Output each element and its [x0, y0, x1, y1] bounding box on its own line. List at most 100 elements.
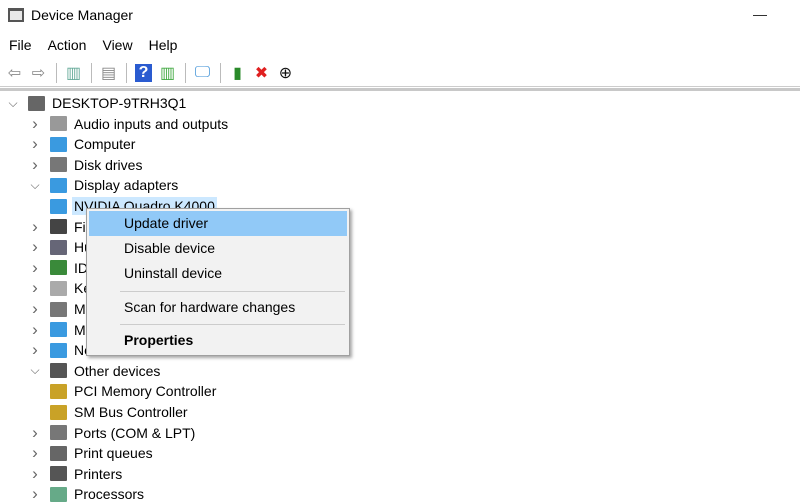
device-category-icon: [50, 280, 67, 296]
device-category-icon: [50, 239, 67, 255]
chevron-right-icon[interactable]: ›: [28, 114, 42, 134]
tree-item[interactable]: SM Bus Controller: [50, 402, 190, 422]
menu-file[interactable]: File: [0, 34, 39, 56]
tree-item[interactable]: › Fi: [28, 217, 88, 237]
device-manager-icon: [8, 8, 24, 22]
tree-item[interactable]: › Printers: [28, 464, 124, 484]
chevron-right-icon[interactable]: ›: [28, 340, 42, 360]
chevron-right-icon[interactable]: ›: [28, 464, 42, 484]
tree-item[interactable]: › Ke: [28, 278, 93, 298]
device-category-icon: [50, 260, 67, 276]
device-category-icon: [50, 383, 67, 399]
tree-item[interactable]: ⌵ Display adapters: [28, 175, 180, 195]
device-category-icon: [50, 157, 67, 173]
menu-action[interactable]: Action: [39, 34, 94, 56]
divider: [0, 88, 800, 91]
device-category-icon: [50, 116, 67, 132]
menu-item-uninstall-device[interactable]: Uninstall device: [89, 261, 347, 286]
device-category-icon: [50, 177, 67, 193]
tree-item-label: Audio inputs and outputs: [74, 115, 229, 132]
tree-item[interactable]: › M: [28, 299, 88, 319]
disable-device-icon[interactable]: ⊕: [274, 62, 297, 84]
chevron-right-icon[interactable]: ›: [28, 155, 42, 175]
toolbar-separator: [91, 62, 92, 83]
tree-item-label: Printers: [74, 465, 123, 482]
device-category-icon: [50, 301, 67, 317]
device-category-icon: [50, 322, 67, 338]
update-driver-icon[interactable]: ▮: [226, 62, 249, 84]
show-hide-console-tree-icon[interactable]: ▥: [62, 62, 85, 84]
forward-icon[interactable]: ⇨: [27, 62, 50, 84]
window-title: Device Manager: [31, 7, 133, 23]
toolbar: ⇦ ⇨ ▥ ▤? ▥ 🖵 ▮ ✖ ⊕: [0, 59, 800, 87]
action-pane-icon[interactable]: ▥: [156, 62, 179, 84]
menu-item-properties[interactable]: Properties: [89, 328, 347, 353]
title-bar: Device Manager —: [0, 0, 800, 30]
tree-item-label: Ports (COM & LPT): [74, 424, 196, 441]
device-category-icon: [50, 342, 67, 358]
tree-item[interactable]: › Audio inputs and outputs: [28, 114, 230, 134]
chevron-down-icon[interactable]: ⌵: [28, 178, 42, 193]
menu-item-update-driver[interactable]: Update driver: [89, 211, 347, 236]
menu-separator: [120, 324, 345, 325]
chevron-right-icon[interactable]: ›: [28, 258, 42, 278]
tree-item[interactable]: › Computer: [28, 134, 137, 154]
chevron-right-icon[interactable]: ›: [28, 217, 42, 237]
chevron-right-icon[interactable]: ›: [28, 237, 42, 257]
device-category-icon: [50, 445, 67, 461]
device-category-icon: [50, 219, 67, 235]
chevron-down-icon[interactable]: ⌵: [6, 96, 20, 111]
tree-item-label: Print queues: [74, 445, 153, 462]
toolbar-separator: [56, 62, 57, 83]
chevron-right-icon[interactable]: ›: [28, 484, 42, 504]
properties-icon[interactable]: ▤: [97, 62, 120, 84]
tree-item[interactable]: › Disk drives: [28, 155, 144, 175]
device-category-icon: [50, 136, 67, 152]
menu-bar: File Action View Help: [0, 34, 184, 56]
tree-item-label: Disk drives: [74, 156, 143, 173]
chevron-down-icon[interactable]: ⌵: [28, 363, 42, 378]
chevron-right-icon[interactable]: ›: [28, 278, 42, 298]
toolbar-separator: [126, 62, 127, 83]
tree-item[interactable]: ⌵ Other devices: [28, 361, 162, 381]
help-icon[interactable]: ?: [132, 62, 155, 84]
scan-hardware-icon[interactable]: 🖵: [191, 62, 214, 84]
chevron-right-icon[interactable]: ›: [28, 299, 42, 319]
menu-item-scan-hardware[interactable]: Scan for hardware changes: [89, 295, 347, 320]
tree-item-label: SM Bus Controller: [74, 404, 188, 420]
menu-view[interactable]: View: [93, 34, 139, 56]
device-category-icon: [50, 363, 67, 379]
chevron-right-icon[interactable]: ›: [28, 320, 42, 340]
context-menu: Update driver Disable device Uninstall d…: [86, 208, 350, 356]
tree-item-label: Display adapters: [74, 177, 179, 194]
menu-help[interactable]: Help: [140, 34, 185, 56]
tree-item-label: DESKTOP-9TRH3Q1: [52, 95, 187, 111]
tree-item[interactable]: › M: [28, 320, 88, 340]
tree-item-label: Computer: [74, 136, 136, 153]
chevron-right-icon[interactable]: ›: [28, 134, 42, 154]
toolbar-separator: [185, 62, 186, 83]
device-category-icon: [50, 425, 67, 441]
chevron-right-icon[interactable]: ›: [28, 423, 42, 443]
tree-item[interactable]: › Hu: [28, 237, 94, 257]
device-category-icon: [50, 466, 67, 482]
device-category-icon: [28, 95, 45, 111]
tree-item[interactable]: › Processors: [28, 484, 146, 504]
tree-item-label: Processors: [74, 486, 145, 503]
tree-item[interactable]: › ID: [28, 258, 90, 278]
tree-item[interactable]: › Print queues: [28, 443, 155, 463]
uninstall-icon[interactable]: ✖: [250, 62, 273, 84]
back-icon[interactable]: ⇦: [3, 62, 26, 84]
minimize-button[interactable]: —: [740, 0, 780, 30]
device-category-icon: [50, 198, 67, 214]
device-category-icon: [50, 404, 67, 420]
tree-item[interactable]: ⌵ DESKTOP-9TRH3Q1: [6, 93, 188, 113]
tree-item[interactable]: › Ports (COM & LPT): [28, 423, 197, 443]
chevron-right-icon[interactable]: ›: [28, 443, 42, 463]
menu-item-disable-device[interactable]: Disable device: [89, 236, 347, 261]
tree-item[interactable]: PCI Memory Controller: [50, 381, 218, 401]
menu-separator: [120, 291, 345, 292]
tree-item-label: Other devices: [74, 362, 161, 379]
tree-item[interactable]: › Ne: [28, 340, 94, 360]
tree-item-label: PCI Memory Controller: [74, 383, 217, 400]
